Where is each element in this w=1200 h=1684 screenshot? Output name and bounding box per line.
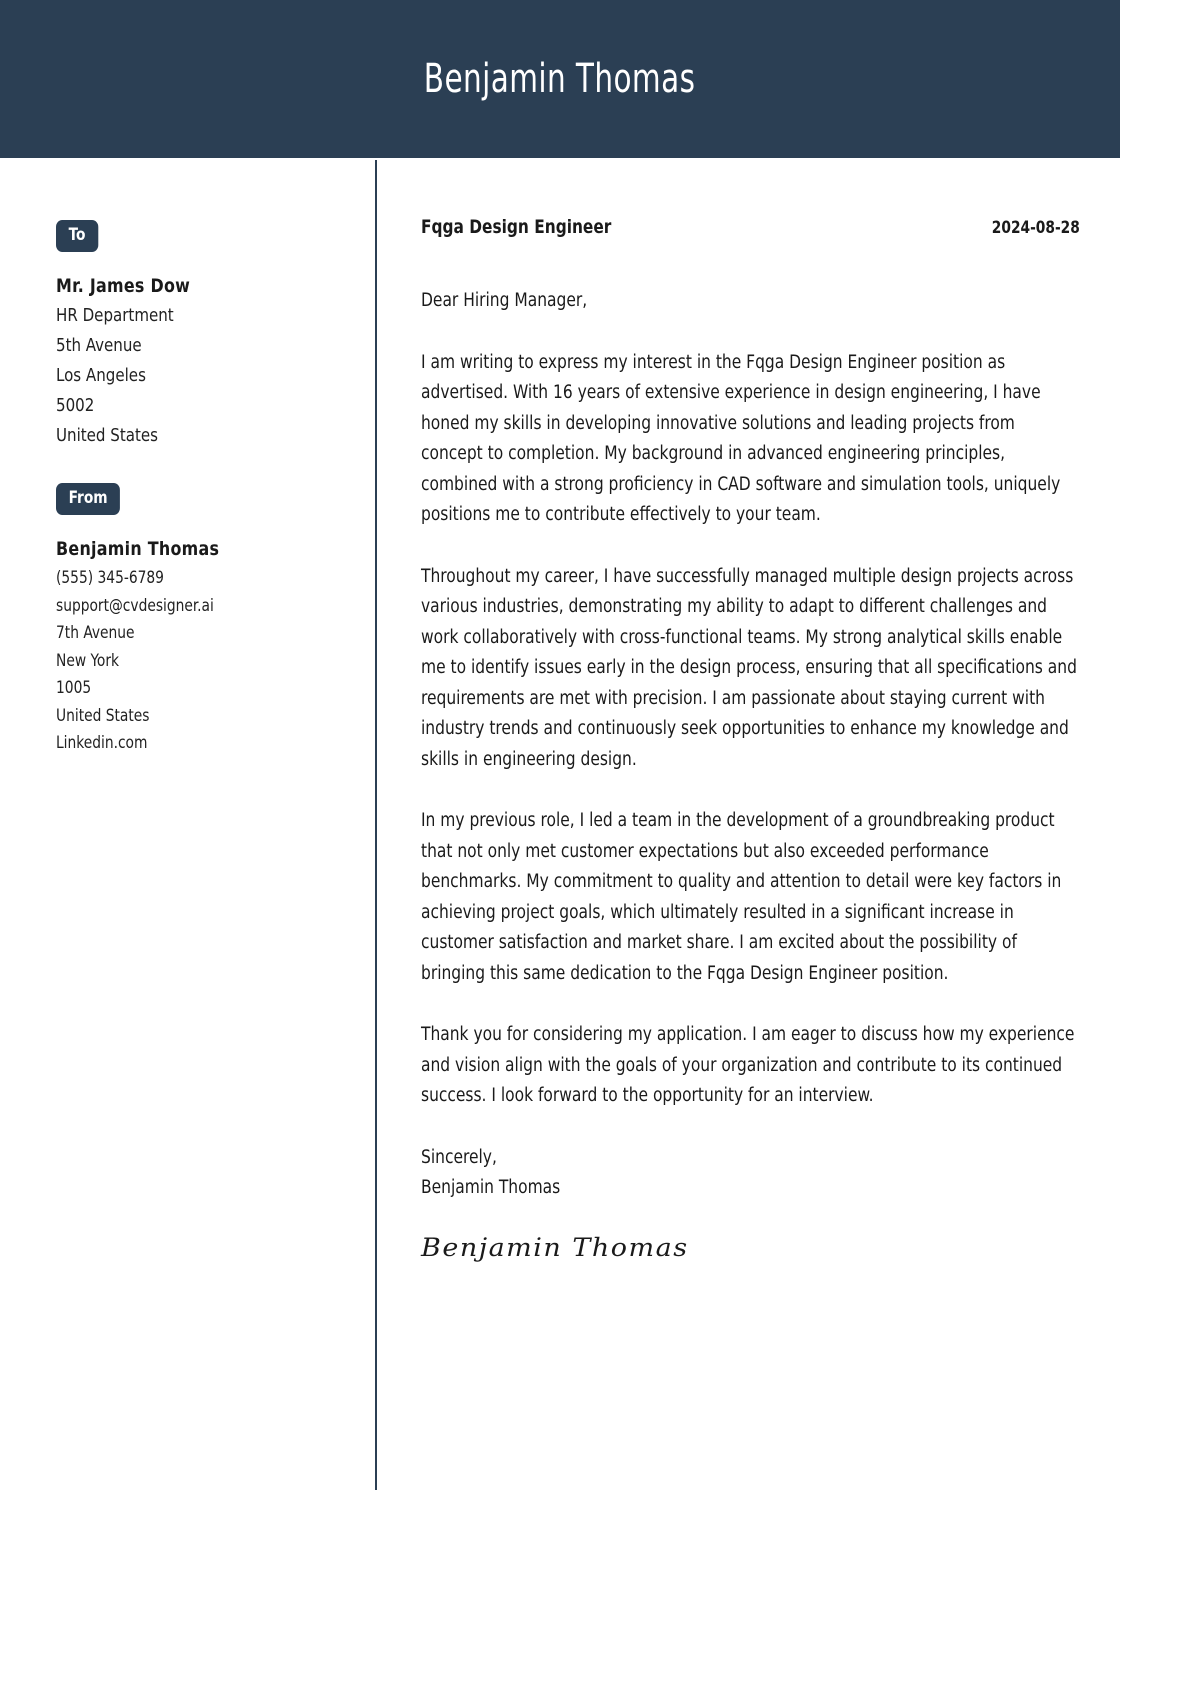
- address-sidebar: To Mr. James Dow HR Department 5th Avenu…: [0, 158, 375, 1490]
- sender-address: Benjamin Thomas (555) 345-6789 support@c…: [56, 534, 375, 757]
- recipient-name: Mr. James Dow: [56, 275, 191, 297]
- signature: Benjamin Thomas: [421, 1233, 689, 1263]
- recipient-line: 5th Avenue: [56, 335, 142, 356]
- recipient-line: Los Angeles: [56, 365, 146, 386]
- recipient-line: HR Department: [56, 305, 174, 326]
- page-title: Benjamin Thomas: [424, 56, 696, 102]
- sender-website: Linkedin.com: [56, 733, 148, 752]
- recipient-address: Mr. James Dow HR Department 5th Avenue L…: [56, 271, 375, 451]
- job-title: Fqga Design Engineer: [421, 216, 612, 238]
- recipient-line: United States: [56, 425, 158, 446]
- letter-body: Fqga Design Engineer 2024-08-28 Dear Hir…: [377, 158, 1120, 1490]
- letter-paragraph: Throughout my career, I have successfull…: [421, 565, 1077, 770]
- document-header: Benjamin Thomas: [0, 0, 1120, 158]
- letter-paragraph: I am writing to express my interest in t…: [421, 351, 1061, 526]
- sender-line: 7th Avenue: [56, 623, 135, 642]
- closing-name: Benjamin Thomas: [421, 1177, 561, 1198]
- letter-page: To Mr. James Dow HR Department 5th Avenu…: [0, 158, 1120, 1490]
- sender-name: Benjamin Thomas: [56, 538, 220, 560]
- sender-email: support@cvdesigner.ai: [56, 595, 214, 615]
- sender-phone: (555) 345-6789: [56, 568, 164, 587]
- salutation: Dear Hiring Manager,: [421, 290, 588, 311]
- from-badge: From: [56, 483, 121, 515]
- closing-word: Sincerely,: [421, 1146, 497, 1168]
- to-section: To Mr. James Dow HR Department 5th Avenu…: [56, 220, 375, 451]
- letter-date: 2024-08-28: [991, 218, 1080, 238]
- letter-paragraph: In my previous role, I led a team in the…: [421, 810, 1062, 984]
- sender-line: United States: [56, 705, 150, 725]
- recipient-line: 5002: [56, 395, 95, 416]
- letter-meta-row: Fqga Design Engineer 2024-08-28: [421, 216, 1080, 238]
- sender-line: New York: [56, 650, 120, 670]
- to-badge: To: [56, 220, 99, 252]
- letter-paragraph: Thank you for considering my application…: [421, 1024, 1075, 1106]
- from-section: From Benjamin Thomas (555) 345-6789 supp…: [56, 483, 375, 757]
- sender-line: 1005: [56, 678, 92, 697]
